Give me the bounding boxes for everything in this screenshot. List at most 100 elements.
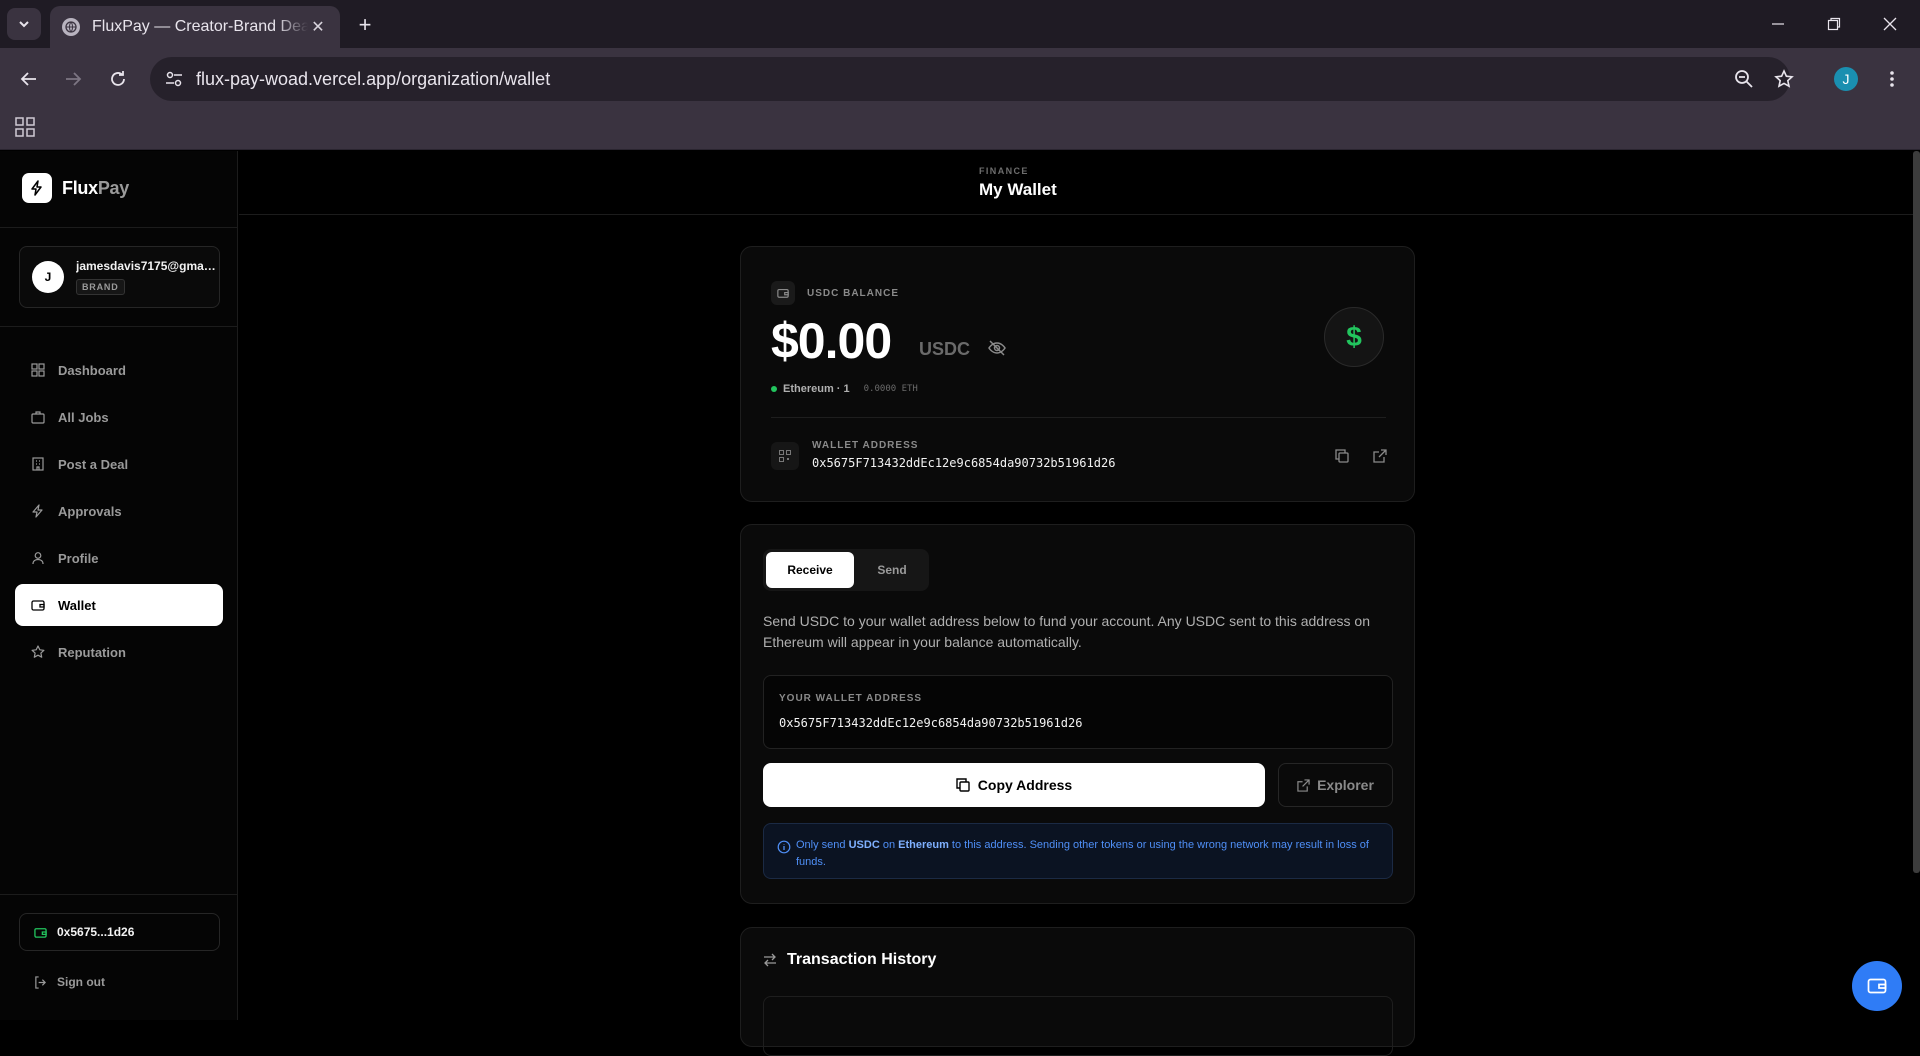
balance-label: USDC BALANCE bbox=[771, 281, 899, 305]
tab-receive[interactable]: Receive bbox=[766, 552, 854, 588]
page-scrollbar[interactable] bbox=[1913, 151, 1920, 873]
user-card[interactable]: J jamesdavis7175@gmail.com BRAND bbox=[19, 246, 220, 308]
back-button[interactable] bbox=[14, 64, 44, 94]
transaction-history-card: Transaction History bbox=[740, 927, 1415, 1056]
wallet-address-chip[interactable]: 0x5675...1d26 bbox=[19, 913, 220, 951]
sign-out-button[interactable]: Sign out bbox=[34, 975, 105, 989]
url-text: flux-pay-woad.vercel.app/organization/wa… bbox=[196, 68, 551, 89]
external-link-icon bbox=[1297, 778, 1310, 792]
sidebar-item-label: Wallet bbox=[58, 597, 96, 613]
tab-search-button[interactable] bbox=[7, 8, 41, 40]
close-window-button[interactable] bbox=[1868, 8, 1912, 40]
status-dot bbox=[771, 386, 777, 392]
sidebar: FluxPay J jamesdavis7175@gmail.com BRAND… bbox=[0, 151, 238, 1020]
sidebar-item-post-a-deal[interactable]: Post a Deal bbox=[15, 443, 223, 485]
sidebar-item-all-jobs[interactable]: All Jobs bbox=[15, 396, 223, 438]
balance-amount: $0.00 bbox=[771, 313, 892, 369]
receive-send-toggle: Receive Send bbox=[763, 549, 929, 591]
sidebar-item-wallet[interactable]: Wallet bbox=[15, 584, 223, 626]
minimize-icon bbox=[1772, 23, 1784, 25]
sidebar-item-dashboard[interactable]: Dashboard bbox=[15, 349, 223, 391]
transfer-arrows-icon bbox=[763, 953, 777, 967]
user-email: jamesdavis7175@gmail.com bbox=[76, 259, 216, 273]
restore-button[interactable] bbox=[1812, 8, 1856, 40]
browser-tab-bar: FluxPay — Creator-Brand Deal Platform ✕ … bbox=[0, 0, 1920, 48]
app-logo[interactable]: FluxPay bbox=[22, 173, 129, 203]
dollar-icon: $ bbox=[1324, 307, 1384, 367]
new-tab-button[interactable]: + bbox=[352, 12, 378, 38]
zoom-icon[interactable] bbox=[1732, 67, 1756, 91]
star-icon bbox=[30, 644, 46, 660]
eye-off-icon[interactable] bbox=[987, 338, 1007, 358]
transfer-card: Receive Send Send USDC to your wallet ad… bbox=[740, 524, 1415, 904]
external-link-icon[interactable] bbox=[1368, 444, 1392, 468]
sidebar-item-label: Profile bbox=[58, 550, 99, 566]
network-indicator: Ethereum · 1 0.0000 ETH bbox=[771, 383, 918, 395]
sign-out-label: Sign out bbox=[57, 975, 105, 989]
restore-icon bbox=[1827, 17, 1841, 31]
eth-balance: 0.0000 ETH bbox=[863, 384, 918, 394]
sidebar-item-label: Post a Deal bbox=[58, 456, 129, 472]
tab-send[interactable]: Send bbox=[858, 552, 926, 588]
arrow-left-icon bbox=[20, 72, 36, 86]
wallet-icon bbox=[34, 926, 47, 939]
sidebar-item-label: All Jobs bbox=[58, 409, 109, 425]
close-icon bbox=[1883, 17, 1897, 31]
card-divider bbox=[771, 417, 1386, 418]
info-icon bbox=[777, 840, 791, 854]
avatar: J bbox=[32, 261, 64, 293]
qr-code-icon bbox=[771, 442, 799, 470]
logo-text: FluxPay bbox=[62, 177, 129, 198]
briefcase-icon bbox=[30, 409, 46, 425]
forward-button[interactable] bbox=[58, 64, 88, 94]
copy-icon bbox=[956, 778, 970, 792]
page-header: FINANCE My Wallet bbox=[239, 151, 1920, 215]
browser-profile-avatar[interactable]: J bbox=[1834, 67, 1858, 91]
sidebar-item-profile[interactable]: Profile bbox=[15, 537, 223, 579]
browser-menu-icon[interactable] bbox=[1880, 66, 1904, 92]
sidebar-item-label: Reputation bbox=[58, 644, 126, 660]
receive-description: Send USDC to your wallet address below t… bbox=[763, 613, 1370, 650]
address-bar[interactable]: flux-pay-woad.vercel.app/organization/wa… bbox=[150, 57, 1794, 101]
sidebar-divider bbox=[0, 326, 238, 327]
site-settings-icon[interactable] bbox=[164, 69, 184, 89]
sidebar-divider bbox=[0, 894, 238, 895]
apps-grid-icon[interactable] bbox=[14, 116, 36, 138]
minimize-button[interactable] bbox=[1756, 8, 1800, 40]
balance-unit: USDC bbox=[919, 339, 971, 359]
page-title: My Wallet bbox=[979, 180, 1057, 199]
bolt-logo-icon bbox=[22, 173, 52, 203]
wallet-chip-label: 0x5675...1d26 bbox=[57, 925, 135, 939]
balance-card: USDC BALANCE $0.00 USDC Ethereum · 1 0.0… bbox=[740, 246, 1415, 502]
explorer-button[interactable]: Explorer bbox=[1278, 763, 1393, 807]
role-badge: BRAND bbox=[76, 279, 125, 295]
browser-tab[interactable]: FluxPay — Creator-Brand Deal Platform ✕ bbox=[50, 6, 340, 48]
copy-icon[interactable] bbox=[1330, 444, 1354, 468]
sidebar-divider bbox=[0, 227, 238, 228]
chevron-down-icon bbox=[19, 21, 29, 28]
wallet-fab-button[interactable] bbox=[1852, 961, 1902, 1011]
wallet-address-value: 0x5675F713432ddEc12e9c6854da90732b51961d… bbox=[812, 456, 1116, 470]
building-icon bbox=[30, 456, 46, 472]
network-warning: Only send USDC on Ethereum to this addre… bbox=[763, 823, 1393, 879]
wallet-address-box: YOUR WALLET ADDRESS 0x5675F713432ddEc12e… bbox=[763, 675, 1393, 749]
reload-icon bbox=[111, 71, 125, 86]
sidebar-item-approvals[interactable]: Approvals bbox=[15, 490, 223, 532]
copy-address-button[interactable]: Copy Address bbox=[763, 763, 1265, 807]
close-tab-icon[interactable]: ✕ bbox=[308, 17, 328, 37]
arrow-right-icon bbox=[66, 72, 82, 86]
app-root: FluxPay J jamesdavis7175@gmail.com BRAND… bbox=[0, 151, 1920, 1056]
wallet-address-value[interactable]: 0x5675F713432ddEc12e9c6854da90732b51961d… bbox=[779, 716, 1082, 730]
bookmarks-bar bbox=[0, 110, 1920, 150]
wallet-icon bbox=[30, 597, 46, 613]
bookmark-star-icon[interactable] bbox=[1772, 67, 1796, 91]
wallet-address-label: WALLET ADDRESS bbox=[812, 440, 919, 451]
sidebar-item-label: Dashboard bbox=[58, 362, 126, 378]
logout-icon bbox=[34, 975, 47, 989]
reload-button[interactable] bbox=[103, 64, 133, 94]
user-icon bbox=[30, 550, 46, 566]
wallet-icon bbox=[771, 281, 795, 305]
tab-title: FluxPay — Creator-Brand Deal Platform bbox=[92, 18, 308, 35]
sidebar-item-reputation[interactable]: Reputation bbox=[15, 631, 223, 673]
warning-text: Only send USDC on Ethereum to this addre… bbox=[796, 839, 1369, 868]
